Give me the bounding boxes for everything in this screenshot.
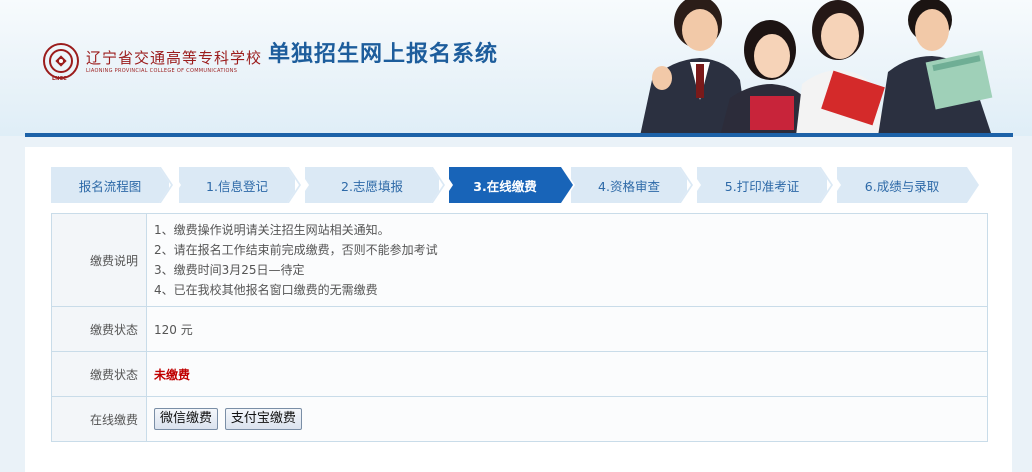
wechat-pay-button[interactable]: 微信缴费 xyxy=(154,408,219,430)
step-qualification-review[interactable]: 4.资格审查 xyxy=(571,167,687,203)
students-illustration xyxy=(640,0,993,136)
step-arrow-icon xyxy=(679,167,701,203)
header-divider xyxy=(25,133,1013,137)
content-panel: 报名流程图 1.信息登记 2.志愿填报 3.在线缴费 4.资格审查 5.打印准考… xyxy=(25,147,1012,472)
school-name-cn: 辽宁省交通高等专科学校 xyxy=(86,49,263,67)
step-info-registration[interactable]: 1.信息登记 xyxy=(179,167,295,203)
payment-status-value: 未缴费 xyxy=(154,367,191,382)
school-seal-icon xyxy=(43,43,79,79)
step-score-admission[interactable]: 6.成绩与录取 xyxy=(837,167,967,203)
school-name-en: LIAONING PROVINCIAL COLLEGE OF COMMUNICA… xyxy=(86,68,238,74)
payment-status-label: 缴费状态 xyxy=(51,351,147,397)
table-row: 缴费说明 1、缴费操作说明请关注招生网站相关通知。 2、请在报名工作结束前完成缴… xyxy=(51,213,988,307)
header-banner: 辽宁省交通高等专科学校 LIAONING PROVINCIAL COLLEGE … xyxy=(0,0,1032,136)
online-payment-label: 在线缴费 xyxy=(51,396,147,442)
registration-steps: 报名流程图 1.信息登记 2.志愿填报 3.在线缴费 4.资格审查 5.打印准考… xyxy=(51,167,979,203)
step-arrow-icon xyxy=(957,167,979,203)
fee-label: 缴费状态 xyxy=(51,306,147,352)
step-arrow-icon xyxy=(287,167,309,203)
step-online-payment[interactable]: 3.在线缴费 xyxy=(449,167,561,203)
step-flowchart[interactable]: 报名流程图 xyxy=(51,167,169,203)
alipay-button[interactable]: 支付宝缴费 xyxy=(224,408,302,430)
system-title: 单独招生网上报名系统 xyxy=(268,42,499,67)
step-preference-filling[interactable]: 2.志愿填报 xyxy=(305,167,439,203)
payment-info-table: 缴费说明 1、缴费操作说明请关注招生网站相关通知。 2、请在报名工作结束前完成缴… xyxy=(51,213,988,442)
notice-label: 缴费说明 xyxy=(51,213,147,307)
step-arrow-icon xyxy=(431,167,453,203)
notice-line: 4、已在我校其他报名窗口缴费的无需缴费 xyxy=(154,283,378,297)
step-print-admission-ticket[interactable]: 5.打印准考证 xyxy=(697,167,827,203)
notice-content: 1、缴费操作说明请关注招生网站相关通知。 2、请在报名工作结束前完成缴费，否则不… xyxy=(146,213,988,307)
notice-line: 1、缴费操作说明请关注招生网站相关通知。 xyxy=(154,223,390,237)
notice-line: 2、请在报名工作结束前完成缴费，否则不能参加考试 xyxy=(154,243,438,257)
school-abbr: LNCC xyxy=(52,76,67,82)
step-arrow-icon xyxy=(819,167,841,203)
notice-line: 3、缴费时间3月25日—待定 xyxy=(154,263,305,277)
table-row: 缴费状态 未缴费 xyxy=(51,351,988,397)
step-arrow-icon xyxy=(159,167,181,203)
table-row: 缴费状态 120 元 xyxy=(51,306,988,352)
school-logo: 辽宁省交通高等专科学校 LIAONING PROVINCIAL COLLEGE … xyxy=(42,42,262,82)
table-row: 在线缴费 微信缴费 支付宝缴费 xyxy=(51,396,988,442)
step-arrow-icon xyxy=(553,167,575,203)
fee-amount: 120 元 xyxy=(146,306,988,352)
